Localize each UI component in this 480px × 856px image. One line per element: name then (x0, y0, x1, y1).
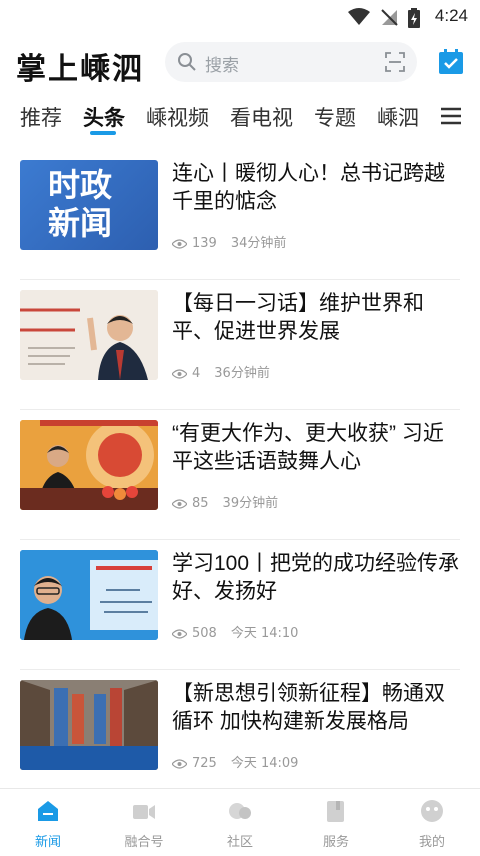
wifi-icon (348, 8, 370, 25)
status-time: 4:24 (434, 6, 468, 25)
nav-community[interactable]: 社区 (192, 789, 288, 856)
tab-shengsi[interactable]: 嵊泗 (377, 102, 419, 132)
view-count: 85 (192, 496, 209, 511)
menu-icon[interactable] (440, 106, 462, 126)
eye-icon (172, 628, 187, 639)
tab-recommend[interactable]: 推荐 (20, 102, 62, 132)
book-icon (327, 801, 344, 822)
news-title: 学习100丨把党的成功经验传承好、发扬好 (172, 552, 460, 603)
no-signal-icon (381, 9, 398, 26)
news-thumbnail (20, 550, 158, 640)
news-meta: 85 39分钟前 (172, 492, 278, 511)
news-meta: 508 今天 14:10 (172, 622, 298, 641)
thumbnail-image (20, 290, 158, 380)
tab-tv[interactable]: 看电视 (230, 102, 293, 132)
nav-news[interactable]: 新闻 (0, 789, 96, 856)
view-count: 139 (192, 236, 217, 251)
thumbnail-caption: 时政 新闻 (48, 167, 113, 241)
search-icon (178, 53, 196, 71)
news-thumbnail (20, 290, 158, 380)
news-item[interactable]: 学习100丨把党的成功经验传承好、发扬好 508 今天 14:10 (0, 540, 480, 670)
nav-label: 我的 (418, 835, 445, 850)
tab-headlines[interactable]: 头条 (83, 102, 125, 132)
video-icon (133, 805, 155, 819)
profile-icon (421, 800, 443, 822)
view-count: 508 (192, 626, 217, 641)
search-bar[interactable]: 搜索 (165, 42, 417, 82)
news-title: 【新思想引领新征程】畅通双循环 加快构建新发展格局 (172, 682, 445, 733)
news-item[interactable]: 【每日一习话】维护世界和平、促进世界发展 4 36分钟前 (0, 280, 480, 410)
news-title: 【每日一习话】维护世界和平、促进世界发展 (172, 292, 424, 343)
header: 掌上嵊泗 搜索 (0, 34, 480, 92)
active-tab-indicator (90, 131, 116, 135)
news-title: “有更大作为、更大收获” 习近平这些话语鼓舞人心 (172, 422, 444, 473)
search-placeholder: 搜索 (205, 56, 239, 76)
community-icon (229, 803, 251, 819)
news-meta: 725 今天 14:09 (172, 752, 298, 771)
nav-profile[interactable]: 我的 (384, 789, 480, 856)
publish-time: 34分钟前 (230, 236, 287, 251)
battery-charging-icon (408, 8, 420, 28)
nav-label: 服务 (322, 835, 349, 850)
publish-time: 今天 14:09 (230, 756, 299, 771)
thumbnail-image (20, 680, 158, 770)
news-thumbnail (20, 680, 158, 770)
nav-services[interactable]: 服务 (288, 789, 384, 856)
news-title: 连心丨暖彻人心！总书记跨越千里的惦念 (172, 162, 445, 213)
eye-icon (172, 238, 187, 249)
status-bar: 4:24 (0, 0, 480, 34)
publish-time: 36分钟前 (214, 366, 270, 381)
eye-icon (172, 758, 187, 769)
eye-icon (172, 368, 187, 379)
view-count: 725 (192, 756, 217, 771)
nav-label: 融合号 (124, 835, 164, 850)
news-meta: 139 34分钟前 (172, 232, 286, 251)
news-item[interactable]: 时政 新闻 连心丨暖彻人心！总书记跨越千里的惦念 139 34分钟前 (0, 150, 480, 280)
tab-topics[interactable]: 专题 (314, 102, 356, 132)
thumbnail-image (20, 550, 158, 640)
news-meta: 4 36分钟前 (172, 362, 270, 381)
news-item[interactable]: 【新思想引领新征程】畅通双循环 加快构建新发展格局 725 今天 14:09 (0, 670, 480, 800)
news-thumbnail: 时政 新闻 (20, 160, 158, 250)
nav-label: 新闻 (34, 835, 61, 850)
tab-video[interactable]: 嵊视频 (146, 102, 209, 132)
news-thumbnail (20, 420, 158, 510)
eye-icon (172, 498, 187, 509)
scan-icon[interactable] (385, 52, 405, 72)
view-count: 4 (192, 366, 201, 381)
calendar-check-icon[interactable] (438, 49, 464, 75)
publish-time: 今天 14:10 (230, 626, 299, 641)
thumbnail-image (20, 420, 158, 510)
channel-tabs: 推荐 头条 嵊视频 看电视 专题 嵊泗 (0, 92, 480, 138)
nav-media[interactable]: 融合号 (96, 789, 192, 856)
bottom-navigation: 新闻 融合号 社区 服务 我的 (0, 788, 480, 856)
home-icon (38, 801, 58, 821)
app-logo: 掌上嵊泗 (16, 52, 144, 87)
nav-label: 社区 (226, 835, 253, 850)
publish-time: 39分钟前 (222, 496, 279, 511)
news-item[interactable]: “有更大作为、更大收获” 习近平这些话语鼓舞人心 85 39分钟前 (0, 410, 480, 540)
